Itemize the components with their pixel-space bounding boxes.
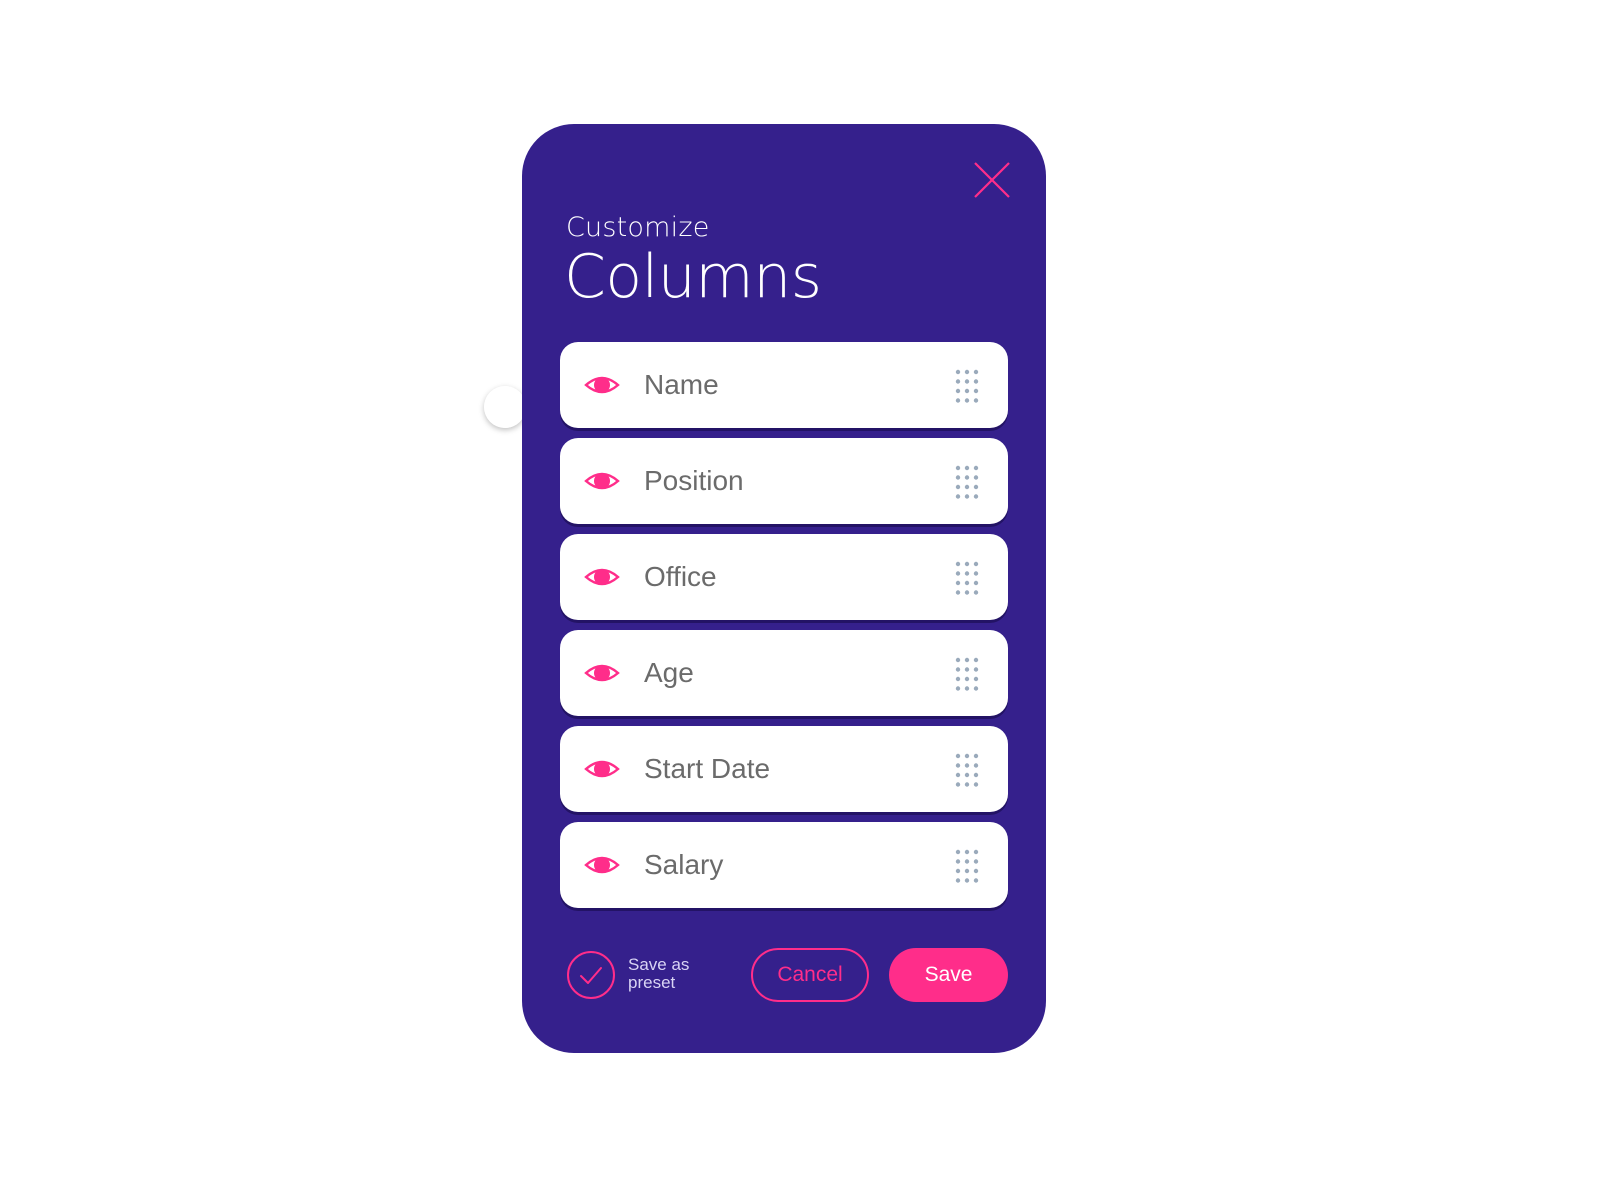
- column-row[interactable]: Name: [560, 342, 1008, 428]
- column-row[interactable]: Start Date: [560, 726, 1008, 812]
- column-list: Name Position Office Age Start Date Salary: [560, 342, 1008, 918]
- visibility-toggle[interactable]: [584, 374, 620, 396]
- column-label: Office: [644, 561, 717, 592]
- check-circle-icon: [567, 951, 615, 999]
- eye-icon: [584, 760, 620, 778]
- column-label: Start Date: [644, 753, 771, 784]
- close-icon: [974, 162, 1010, 198]
- save-as-preset-checkbox[interactable]: [566, 950, 616, 1000]
- drag-handle[interactable]: [954, 848, 980, 884]
- drag-handle[interactable]: [954, 464, 980, 500]
- visibility-toggle[interactable]: [584, 470, 620, 492]
- visibility-toggle[interactable]: [584, 758, 620, 780]
- drag-handle[interactable]: [954, 656, 980, 692]
- visibility-toggle[interactable]: [584, 854, 620, 876]
- visibility-toggle[interactable]: [584, 662, 620, 684]
- column-row[interactable]: Position: [560, 438, 1008, 524]
- drag-handle-icon: [955, 753, 979, 787]
- column-row[interactable]: Age: [560, 630, 1008, 716]
- drag-handle-icon: [955, 849, 979, 883]
- column-row[interactable]: Office: [560, 534, 1008, 620]
- drag-handle-icon: [955, 657, 979, 691]
- save-button[interactable]: Save: [889, 948, 1008, 1002]
- pointer-cursor: [484, 386, 526, 428]
- visibility-toggle[interactable]: [584, 566, 620, 588]
- drag-handle-icon: [955, 561, 979, 595]
- eye-icon: [584, 856, 620, 874]
- drag-handle[interactable]: [954, 752, 980, 788]
- drag-handle-icon: [955, 465, 979, 499]
- drag-handle[interactable]: [954, 368, 980, 404]
- eye-icon: [584, 664, 620, 682]
- dialog-title: Columns: [564, 242, 822, 312]
- save-as-preset-label: Save as preset: [628, 955, 690, 992]
- eye-icon: [584, 376, 620, 394]
- drag-handle[interactable]: [954, 560, 980, 596]
- drag-handle-icon: [955, 369, 979, 403]
- eye-icon: [584, 568, 620, 586]
- dialog-subtitle: Customize: [566, 212, 710, 243]
- eye-icon: [584, 472, 620, 490]
- column-label: Age: [644, 657, 694, 688]
- cancel-button[interactable]: Cancel: [751, 948, 869, 1002]
- column-row[interactable]: Salary: [560, 822, 1008, 908]
- customize-columns-dialog: Customize Columns Name Position Office Age S…: [522, 124, 1046, 1053]
- column-label: Salary: [644, 849, 724, 880]
- column-label: Name: [644, 369, 719, 400]
- close-button[interactable]: [972, 160, 1012, 200]
- column-label: Position: [644, 465, 744, 496]
